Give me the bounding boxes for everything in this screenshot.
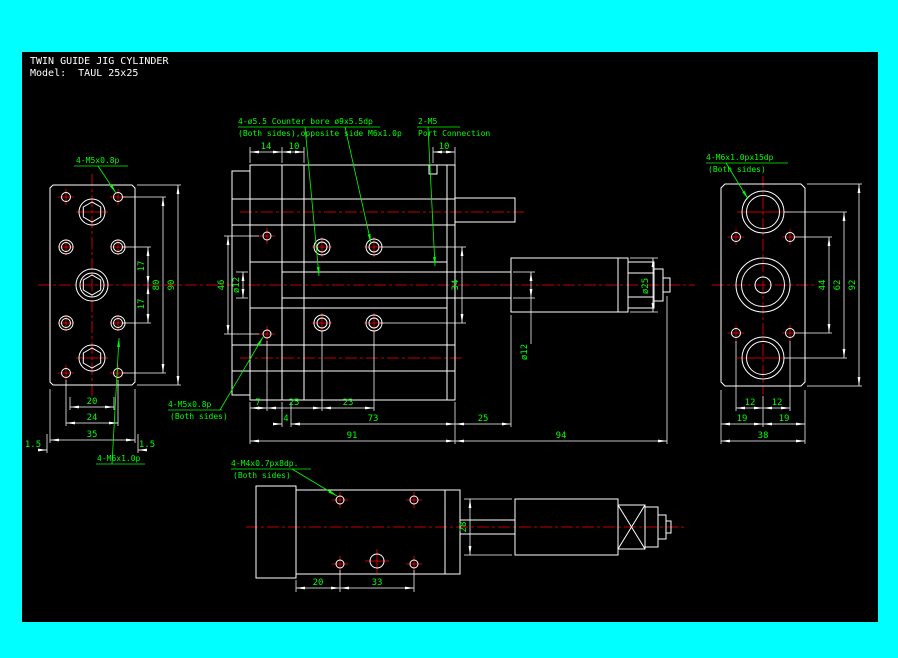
dim-side-7: 7 bbox=[255, 398, 260, 408]
dim-top-28: 28 bbox=[459, 522, 469, 533]
dim-side-rod-dia-right: ø12 bbox=[520, 344, 530, 360]
counterbore-note-line2: (Both sides),opposite side M6x1.0p bbox=[238, 129, 402, 138]
dim-front-17b: 17 bbox=[137, 299, 147, 310]
dim-front-35: 35 bbox=[87, 430, 98, 440]
counterbore-note-line1: 4-ø5.5 Counter bore ø9x5.5dp bbox=[238, 117, 373, 126]
rear-thread-label-line1: 4-M6x1.0px15dp bbox=[706, 153, 774, 162]
dim-rear-62: 62 bbox=[833, 280, 843, 291]
drawing-title: TWIN GUIDE JIG CYLINDER bbox=[30, 56, 169, 67]
dim-side-23: 23 bbox=[343, 398, 354, 408]
dim-side-rod-dia-left: ø12 bbox=[232, 277, 242, 293]
dim-top-20: 20 bbox=[313, 578, 324, 588]
dim-rear-19b: 19 bbox=[779, 414, 790, 424]
dim-top-33: 33 bbox=[372, 578, 383, 588]
dim-side-10b: 10 bbox=[439, 142, 450, 152]
dim-front-17a: 17 bbox=[137, 261, 147, 272]
dim-rear-12b: 12 bbox=[772, 398, 783, 408]
dim-rear-19a: 19 bbox=[737, 414, 748, 424]
dim-rear-12a: 12 bbox=[745, 398, 756, 408]
dim-side-91: 91 bbox=[347, 431, 358, 441]
dim-side-4: 4 bbox=[283, 414, 288, 424]
port-note-line1: 2-M5 bbox=[418, 117, 437, 126]
dim-front-90: 90 bbox=[167, 280, 177, 291]
dim-front-80: 80 bbox=[152, 280, 162, 291]
dim-side-14: 14 bbox=[261, 142, 272, 152]
side-thread-label-line1: 4-M5x0.8p bbox=[168, 400, 212, 409]
front-thread-label-top: 4-M5x0.8p bbox=[76, 156, 120, 165]
dim-rear-44: 44 bbox=[818, 280, 828, 291]
dim-side-10a: 10 bbox=[289, 142, 300, 152]
dim-side-nut-dia: ø25 bbox=[641, 278, 651, 294]
rear-thread-label-line2: (Both sides) bbox=[708, 165, 766, 174]
dim-side-25b: 25 bbox=[478, 414, 489, 424]
top-thread-label-line1: 4-M4x0.7px8dp. bbox=[231, 459, 298, 468]
dim-side-73: 73 bbox=[368, 414, 379, 424]
top-thread-label-line2: (Both sides) bbox=[233, 471, 291, 480]
dim-side-46: 46 bbox=[217, 280, 227, 291]
dim-front-24: 24 bbox=[87, 413, 98, 423]
drawing-model: Model: TAUL 25x25 bbox=[30, 68, 138, 79]
dim-side-34: 34 bbox=[451, 280, 461, 291]
side-thread-label-line2: (Both sides) bbox=[170, 412, 228, 421]
dim-rear-92: 92 bbox=[848, 280, 858, 291]
port-note-line2: Port Connection bbox=[418, 129, 490, 138]
dim-side-94: 94 bbox=[556, 431, 567, 441]
dim-rear-38: 38 bbox=[758, 431, 769, 441]
dim-front-20: 20 bbox=[87, 397, 98, 407]
cad-viewport: TWIN GUIDE JIG CYLINDER Model: TAUL 25x2… bbox=[0, 0, 898, 658]
dim-side-25a: 25 bbox=[289, 398, 300, 408]
front-thread-label-bottom: 4-M6x1.0p bbox=[97, 454, 141, 463]
dim-front-chamfer-left: 1.5 bbox=[25, 440, 41, 450]
dim-front-chamfer-right: 1.5 bbox=[139, 440, 155, 450]
